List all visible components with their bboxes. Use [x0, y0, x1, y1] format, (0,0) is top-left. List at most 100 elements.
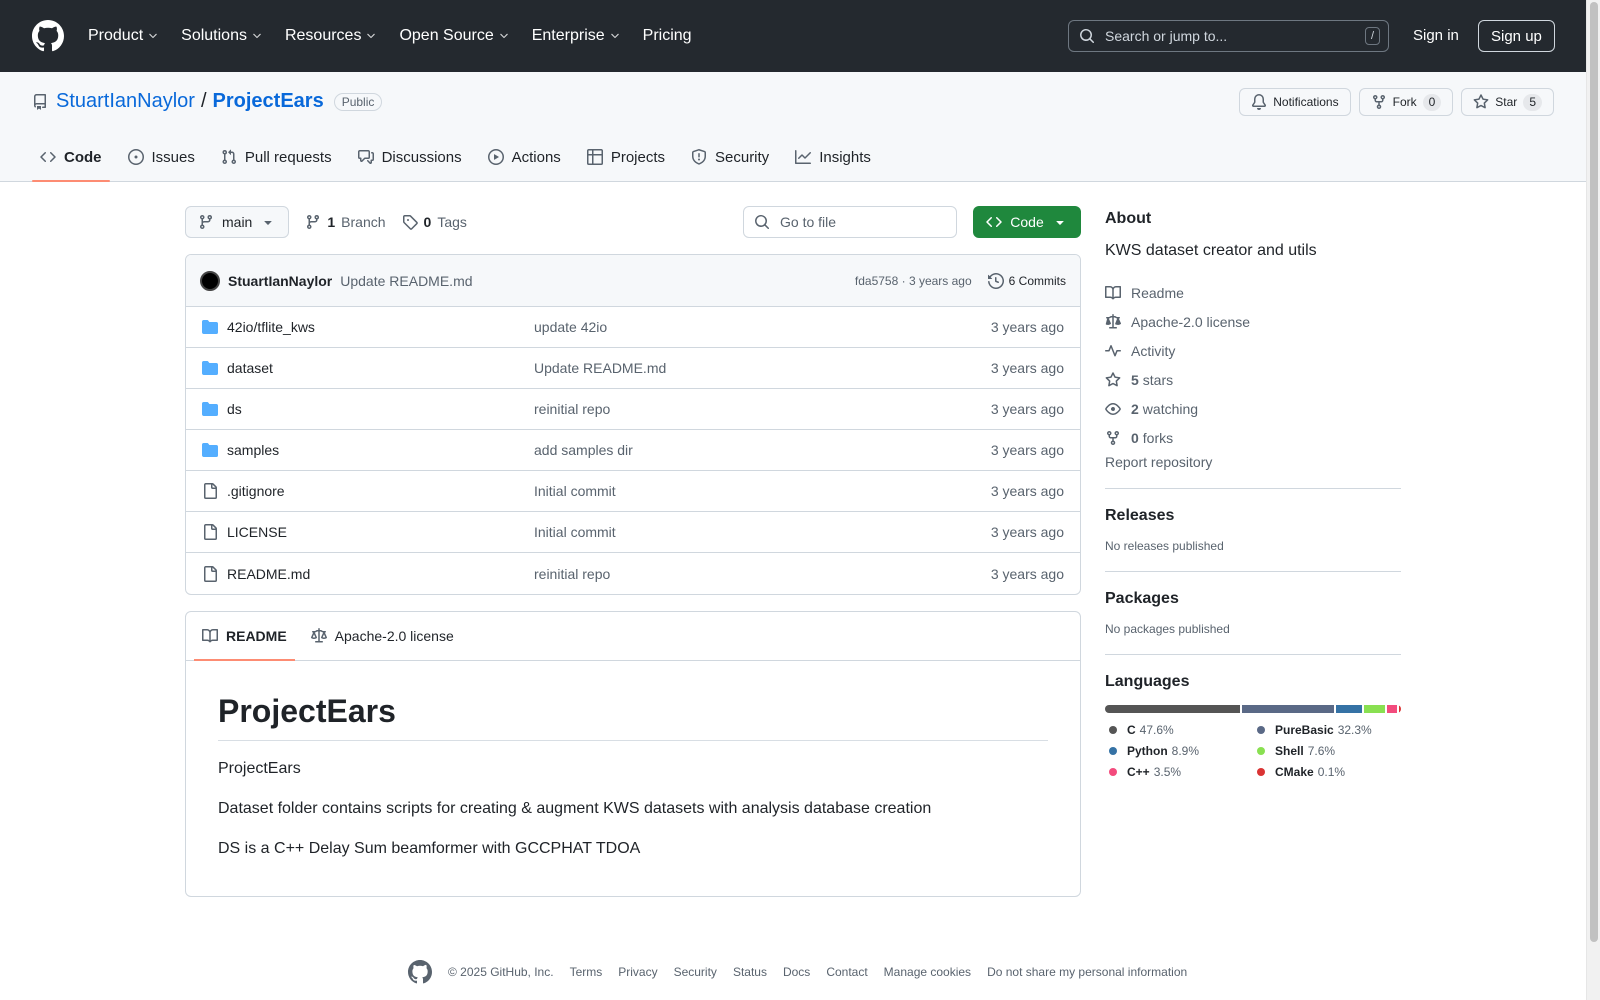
file-name-link[interactable]: samples — [227, 442, 279, 458]
repo-name-link[interactable]: ProjectEars — [213, 90, 324, 113]
go-to-file-input[interactable]: Go to file — [743, 206, 957, 238]
file-commit-message[interactable]: reinitial repo — [534, 401, 991, 417]
tab-license[interactable]: Apache-2.0 license — [303, 612, 462, 660]
nav-solutions[interactable]: Solutions — [181, 27, 273, 45]
pull-request-icon — [222, 149, 236, 165]
footer-link[interactable]: Do not share my personal information — [987, 965, 1187, 979]
avatar[interactable] — [200, 270, 220, 291]
sign-in-link[interactable]: Sign in — [1413, 27, 1459, 44]
nav-resources[interactable]: Resources — [285, 27, 387, 45]
scrollbar-thumb[interactable] — [1590, 2, 1598, 942]
star-label: Star — [1495, 95, 1518, 109]
file-commit-time: 3 years ago — [990, 360, 1064, 376]
tag-count: 0 — [423, 214, 432, 230]
branch-selector[interactable]: main — [185, 206, 290, 238]
table-row[interactable]: samples add samples dir 3 years ago — [186, 430, 1080, 471]
code-dropdown-button[interactable]: Code — [973, 206, 1081, 238]
activity-link[interactable]: Activity — [1105, 336, 1401, 365]
file-commit-time: 3 years ago — [990, 565, 1064, 582]
table-row[interactable]: .gitignore Initial commit 3 years ago — [186, 471, 1080, 512]
github-logo-icon[interactable] — [408, 960, 432, 984]
tab-issues[interactable]: Issues — [120, 133, 203, 181]
language-item[interactable]: C++ 3.5% — [1105, 765, 1253, 779]
file-name-link[interactable]: 42io/tflite_kws — [227, 319, 315, 335]
tab-discussions[interactable]: Discussions — [350, 133, 470, 181]
main-content: main 1 Branch 0 Tags Go to file Code Stu… — [185, 206, 1081, 897]
tab-readme[interactable]: README — [194, 612, 295, 661]
sign-up-button[interactable]: Sign up — [1478, 20, 1555, 52]
file-name-link[interactable]: LICENSE — [227, 524, 287, 540]
report-repository-link[interactable]: Report repository — [1105, 454, 1401, 470]
nav-enterprise[interactable]: Enterprise — [532, 27, 631, 45]
nav-pricing[interactable]: Pricing — [643, 27, 702, 45]
github-logo-icon[interactable] — [32, 20, 64, 52]
tab-security[interactable]: Security — [683, 133, 777, 181]
language-item[interactable]: Shell 7.6% — [1253, 744, 1401, 758]
tab-actions[interactable]: Actions — [480, 133, 569, 181]
packages-heading[interactable]: Packages — [1105, 590, 1401, 608]
nav-open-source[interactable]: Open Source — [399, 27, 519, 45]
file-commit-message[interactable]: Initial commit — [534, 483, 991, 499]
branch-label: Branch — [341, 214, 386, 230]
stars-link[interactable]: 5 stars — [1105, 365, 1401, 394]
star-button[interactable]: Star 5 — [1461, 88, 1554, 116]
commits-history-link[interactable]: 6 Commits — [987, 272, 1066, 289]
footer-link[interactable]: Status — [733, 965, 767, 979]
footer-link[interactable]: Manage cookies — [884, 965, 971, 979]
file-browser: StuartIanNaylor Update README.md fda5758… — [185, 254, 1081, 595]
language-item[interactable]: PureBasic 32.3% — [1253, 723, 1401, 737]
notifications-button[interactable]: Notifications — [1239, 88, 1351, 116]
tab-pull-requests[interactable]: Pull requests — [213, 133, 340, 181]
commit-hash-time[interactable]: fda5758 · 3 years ago — [855, 274, 972, 288]
readme-paragraph: Dataset folder contains scripts for crea… — [218, 800, 932, 817]
file-commit-message[interactable]: reinitial repo — [534, 566, 991, 582]
footer-link[interactable]: Terms — [570, 965, 603, 979]
chevron-down-icon — [149, 33, 157, 39]
footer-link[interactable]: Contact — [826, 965, 867, 979]
branch-name: main — [222, 214, 253, 230]
file-name-link[interactable]: README.md — [227, 566, 310, 582]
fork-button[interactable]: Fork 0 — [1358, 88, 1454, 116]
watchers-link[interactable]: 2 watching — [1105, 394, 1401, 423]
releases-heading[interactable]: Releases — [1105, 507, 1401, 525]
commit-author-link[interactable]: StuartIanNaylor — [228, 273, 332, 289]
license-link[interactable]: Apache-2.0 license — [1105, 307, 1401, 336]
table-row[interactable]: dataset Update README.md 3 years ago — [186, 348, 1080, 389]
releases-empty-text: No releases published — [1105, 539, 1224, 553]
nav-product[interactable]: Product — [88, 27, 169, 45]
tab-insights[interactable]: Insights — [787, 133, 879, 181]
tab-code[interactable]: Code — [32, 133, 110, 182]
file-commit-message[interactable]: Update README.md — [534, 360, 991, 376]
search-placeholder: Search or jump to... — [1105, 28, 1228, 44]
branches-link[interactable]: 1 Branch — [305, 214, 386, 230]
table-row[interactable]: 42io/tflite_kws update 42io 3 years ago — [186, 307, 1080, 348]
page-scrollbar[interactable] — [1586, 0, 1600, 1000]
search-input[interactable]: Search or jump to... / — [1068, 20, 1389, 52]
repo-owner-link[interactable]: StuartIanNaylor — [56, 90, 195, 113]
footer-link[interactable]: Privacy — [618, 965, 657, 979]
language-item[interactable]: Python 8.9% — [1105, 744, 1253, 758]
fork-label: Fork — [1392, 95, 1417, 109]
file-name-link[interactable]: .gitignore — [227, 483, 285, 499]
table-row[interactable]: LICENSE Initial commit 3 years ago — [186, 512, 1080, 553]
file-commit-message[interactable]: update 42io — [534, 319, 991, 335]
footer-link[interactable]: Docs — [783, 965, 810, 979]
table-row[interactable]: README.md reinitial repo 3 years ago — [186, 553, 1080, 594]
file-name-link[interactable]: dataset — [227, 360, 273, 376]
readme-link[interactable]: Readme — [1105, 278, 1401, 307]
commits-count: 6 Commits — [1008, 273, 1066, 288]
table-row[interactable]: ds reinitial repo 3 years ago — [186, 389, 1080, 430]
file-commit-time: 3 years ago — [990, 524, 1064, 540]
file-commit-message[interactable]: Initial commit — [534, 524, 991, 540]
chevron-down-icon — [610, 33, 619, 39]
commit-message-link[interactable]: Update README.md — [340, 273, 855, 289]
language-item[interactable]: CMake 0.1% — [1253, 765, 1401, 779]
search-icon — [1080, 29, 1095, 44]
file-name-link[interactable]: ds — [227, 401, 242, 417]
language-item[interactable]: C 47.6% — [1105, 723, 1253, 737]
forks-link[interactable]: 0 forks — [1105, 423, 1401, 452]
footer-link[interactable]: Security — [674, 965, 717, 979]
tags-link[interactable]: 0 Tags — [402, 214, 467, 230]
file-commit-message[interactable]: add samples dir — [534, 442, 991, 458]
tab-projects[interactable]: Projects — [579, 133, 673, 181]
